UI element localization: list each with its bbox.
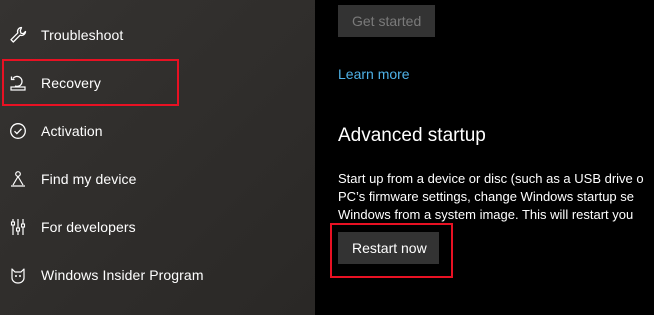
check-circle-icon (8, 121, 28, 141)
wrench-icon (8, 25, 28, 45)
sidebar-item-label: Troubleshoot (41, 27, 124, 43)
settings-window: Troubleshoot Recovery Activation Find my… (0, 0, 654, 315)
sidebar-item-find-my-device[interactable]: Find my device (0, 155, 315, 203)
learn-more-link[interactable]: Learn more (338, 66, 410, 82)
sidebar-item-activation[interactable]: Activation (0, 107, 315, 155)
get-started-button[interactable]: Get started (338, 5, 435, 37)
sidebar-item-label: Find my device (41, 171, 137, 187)
sidebar-item-label: Activation (41, 123, 103, 139)
advanced-startup-description-line: Windows from a system image. This will r… (338, 207, 634, 222)
sidebar-nav: Troubleshoot Recovery Activation Find my… (0, 0, 315, 315)
recovery-content: Get started Learn more Advanced startup … (315, 0, 654, 315)
sidebar-item-label: Windows Insider Program (41, 267, 204, 283)
advanced-startup-description-line: PC’s firmware settings, change Windows s… (338, 189, 634, 204)
insider-cat-icon (8, 265, 28, 285)
advanced-startup-title: Advanced startup (338, 125, 486, 146)
sidebar-item-for-developers[interactable]: For developers (0, 203, 315, 251)
sidebar-item-troubleshoot[interactable]: Troubleshoot (0, 11, 315, 59)
developer-tools-icon (8, 217, 28, 237)
restart-now-button[interactable]: Restart now (338, 232, 439, 264)
sidebar-item-windows-insider-program[interactable]: Windows Insider Program (0, 251, 315, 299)
recovery-icon (8, 73, 28, 93)
advanced-startup-description-line: Start up from a device or disc (such as … (338, 171, 644, 186)
sidebar-item-label: Recovery (41, 75, 101, 91)
person-pin-icon (8, 169, 28, 189)
sidebar-item-recovery[interactable]: Recovery (0, 59, 315, 107)
sidebar-item-label: For developers (41, 219, 136, 235)
